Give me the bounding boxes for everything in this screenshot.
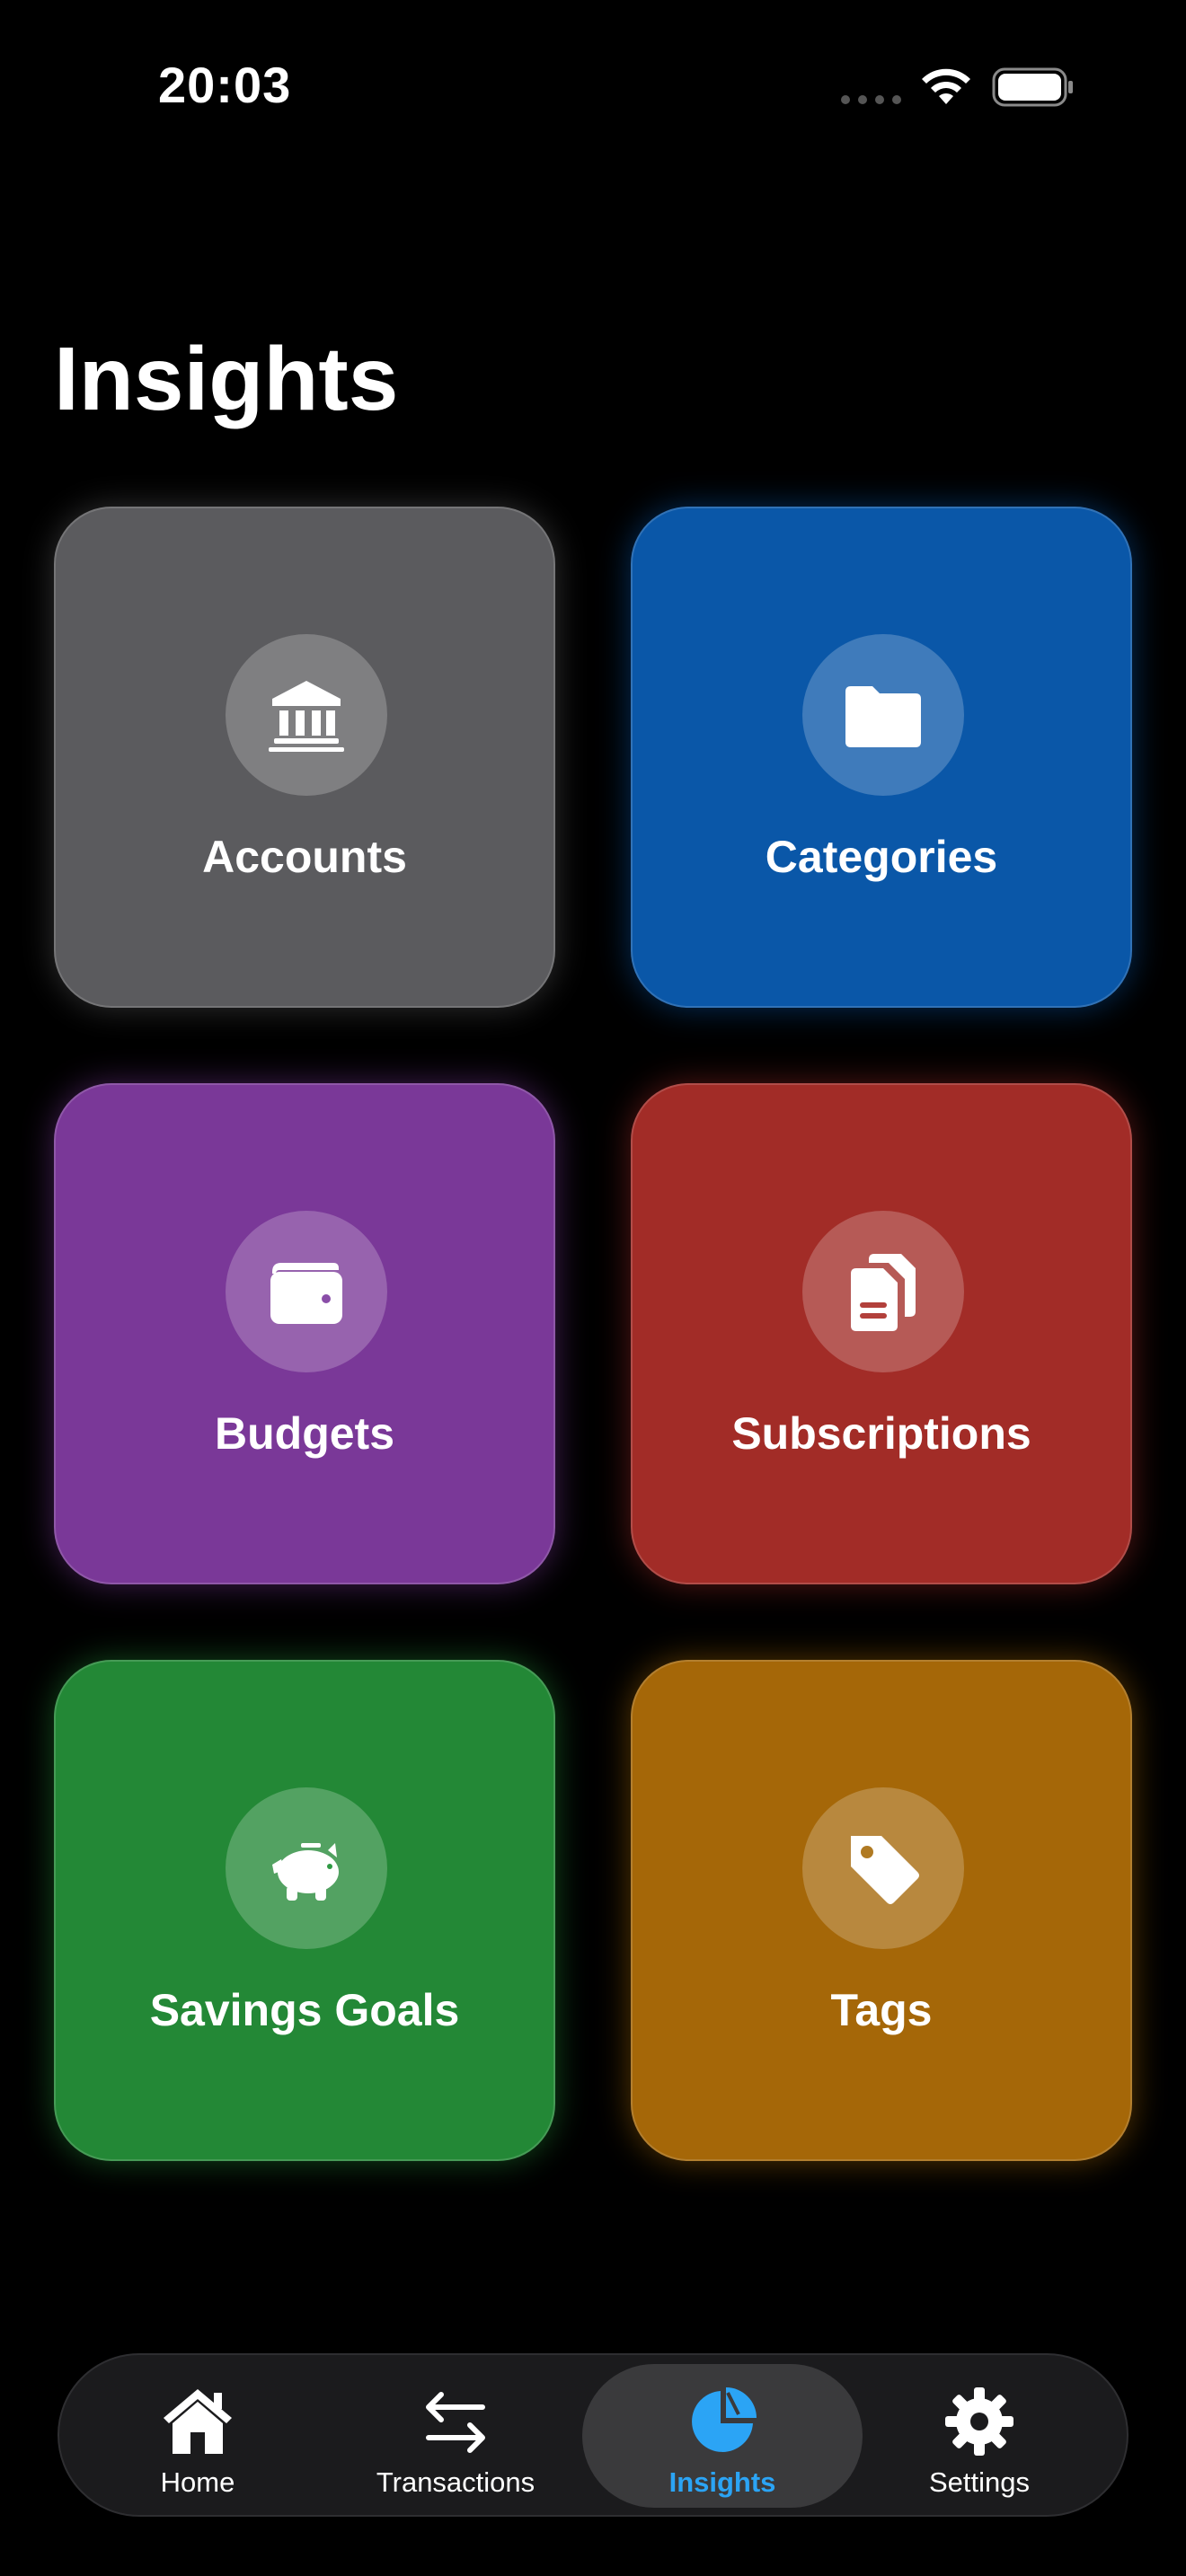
- tile-tags[interactable]: Tags: [631, 1660, 1132, 2161]
- wifi-icon: [922, 68, 970, 104]
- tab-label: Settings: [928, 2466, 1030, 2498]
- tab-insights[interactable]: Insights: [582, 2364, 863, 2508]
- tile-subscriptions[interactable]: Subscriptions: [631, 1083, 1132, 1584]
- gear-icon: [945, 2387, 1013, 2456]
- tab-settings[interactable]: Settings: [907, 2364, 1051, 2508]
- documents-icon: [851, 1254, 916, 1331]
- page-title: Insights: [54, 329, 399, 429]
- tab-home[interactable]: Home: [126, 2364, 270, 2508]
- tag-icon: [851, 1836, 919, 1904]
- house-icon: [164, 2389, 232, 2454]
- tab-label: Home: [160, 2466, 235, 2498]
- status-bar: 20:03: [0, 0, 1186, 171]
- signal-dots-icon: [841, 95, 901, 104]
- tile-label: Accounts: [202, 832, 407, 882]
- icon-circle: [802, 1211, 964, 1372]
- icon-circle: [226, 634, 387, 796]
- tile-label: Categories: [765, 832, 998, 882]
- wallet-icon: [270, 1263, 342, 1324]
- icon-circle: [226, 1787, 387, 1949]
- tile-savings-goals[interactable]: Savings Goals: [54, 1660, 555, 2161]
- icon-circle: [802, 1787, 964, 1949]
- tile-label: Subscriptions: [731, 1408, 1031, 1459]
- tab-transactions[interactable]: Transactions: [343, 2364, 568, 2508]
- status-time: 20:03: [158, 57, 292, 113]
- tile-budgets[interactable]: Budgets: [54, 1083, 555, 1584]
- piggy-bank-icon: [272, 1843, 339, 1901]
- tile-label: Tags: [830, 1985, 933, 2035]
- tile-categories[interactable]: Categories: [631, 507, 1132, 1008]
- icon-circle: [802, 634, 964, 796]
- folder-icon: [845, 686, 921, 747]
- arrows-swap-icon: [426, 2392, 485, 2453]
- icon-circle: [226, 1211, 387, 1372]
- tab-bar: Home Transactions Insights Settings: [58, 2353, 1128, 2517]
- bank-icon: [269, 681, 344, 752]
- tile-accounts[interactable]: Accounts: [54, 507, 555, 1008]
- tile-label: Savings Goals: [149, 1985, 460, 2035]
- tile-label: Budgets: [215, 1408, 394, 1459]
- battery-icon: [992, 67, 1073, 107]
- insights-grid: Accounts Categories Budgets Subscription…: [54, 507, 1132, 2161]
- tab-label: Insights: [668, 2466, 776, 2498]
- tab-label: Transactions: [376, 2466, 535, 2498]
- pie-chart-icon: [692, 2387, 757, 2452]
